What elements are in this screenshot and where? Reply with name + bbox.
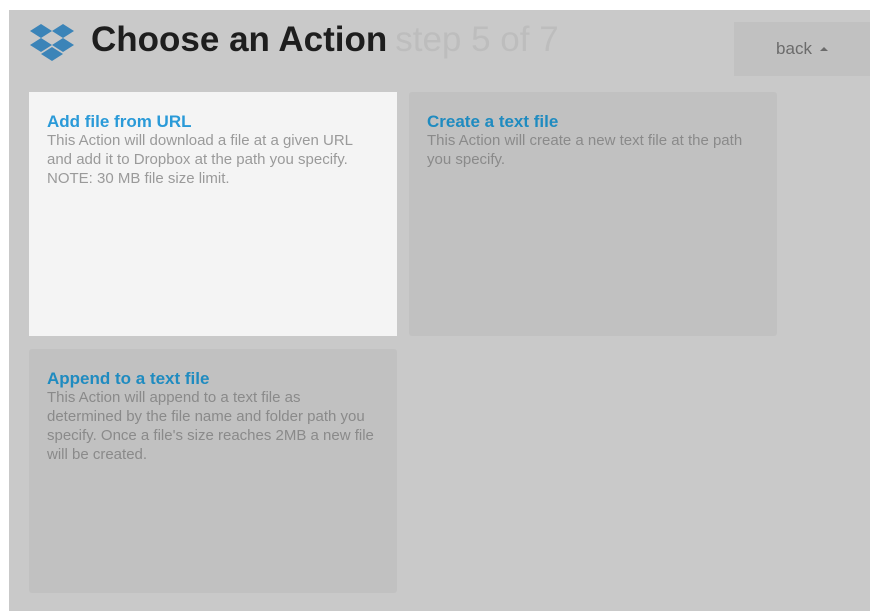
action-card-add-file-from-url[interactable]: Add file from URL This Action will downl…	[29, 92, 397, 336]
card-title: Add file from URL	[47, 112, 192, 131]
back-button[interactable]: back	[734, 22, 870, 76]
title-group: Choose an Action step 5 of 7	[91, 20, 559, 60]
step-indicator: step 5 of 7	[395, 20, 559, 59]
card-description: This Action will create a new text file …	[427, 132, 743, 168]
action-chooser-panel: Choose an Action step 5 of 7 back Add fil…	[9, 10, 870, 611]
back-button-label: back	[776, 39, 812, 58]
page-title: Choose an Action	[91, 20, 388, 59]
card-title: Create a text file	[427, 112, 559, 131]
action-card-append-to-text-file[interactable]: Append to a text file This Action will a…	[29, 349, 397, 593]
card-description: This Action will download a file at a gi…	[47, 132, 353, 187]
dropbox-logo-icon	[30, 24, 74, 61]
header: Choose an Action step 5 of 7 back	[9, 10, 870, 90]
caret-up-icon	[819, 47, 828, 51]
card-title: Append to a text file	[47, 369, 210, 388]
action-card-create-text-file[interactable]: Create a text file This Action will crea…	[409, 92, 777, 336]
card-description: This Action will append to a text file a…	[47, 389, 374, 463]
